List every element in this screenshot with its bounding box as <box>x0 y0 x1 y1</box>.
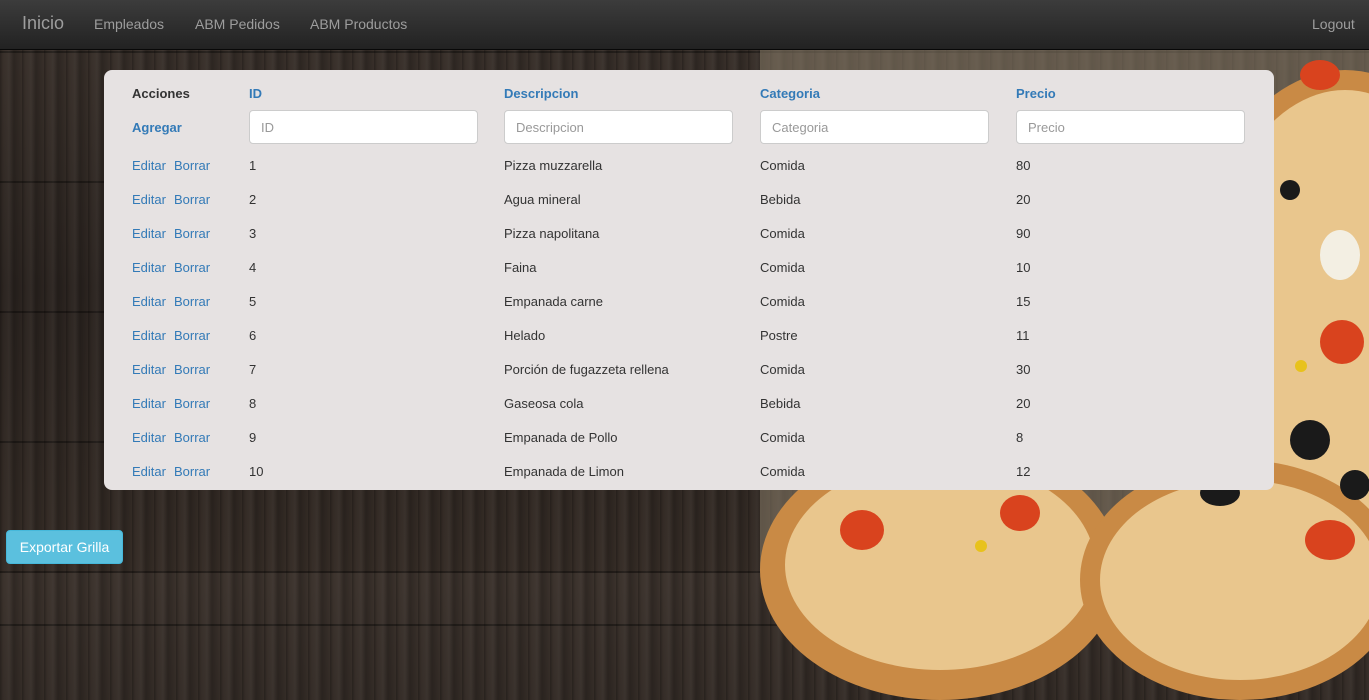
edit-link[interactable]: Editar <box>132 319 166 353</box>
delete-link[interactable]: Borrar <box>174 183 210 217</box>
delete-link[interactable]: Borrar <box>174 217 210 251</box>
filter-precio-input[interactable] <box>1016 110 1245 144</box>
edit-link[interactable]: Editar <box>132 149 166 183</box>
nav-link-empleados[interactable]: Empleados <box>94 16 164 32</box>
cell-id: 10 <box>249 464 264 479</box>
table-row: Editar Borrar 1 Pizza muzzarella Comida … <box>104 149 1274 183</box>
table-row: Editar Borrar 9 Empanada de Pollo Comida… <box>104 421 1274 455</box>
delete-link[interactable]: Borrar <box>174 149 210 183</box>
column-header-id[interactable]: ID <box>249 86 262 101</box>
edit-link[interactable]: Editar <box>132 285 166 319</box>
column-header-descripcion[interactable]: Descripcion <box>504 86 578 101</box>
column-header-precio[interactable]: Precio <box>1016 86 1056 101</box>
products-grid: Acciones ID Descripcion Categoria Precio… <box>104 70 1274 490</box>
delete-link[interactable]: Borrar <box>174 387 210 421</box>
edit-link[interactable]: Editar <box>132 387 166 421</box>
table-row: Editar Borrar 8 Gaseosa cola Bebida 20 <box>104 387 1274 421</box>
cell-categoria: Comida <box>760 158 805 173</box>
cell-precio: 30 <box>1016 362 1031 377</box>
export-grid-button[interactable]: Exportar Grilla <box>6 530 123 564</box>
cell-descripcion: Empanada carne <box>504 294 604 309</box>
cell-precio: 20 <box>1016 396 1031 411</box>
cell-descripcion: Empanada de Limon <box>504 464 624 479</box>
cell-precio: 10 <box>1016 260 1031 275</box>
cell-categoria: Comida <box>760 362 805 377</box>
cell-precio: 11 <box>1016 328 1030 343</box>
cell-descripcion: Faina <box>504 260 537 275</box>
cell-descripcion: Pizza napolitana <box>504 226 600 241</box>
cell-id: 5 <box>249 294 257 309</box>
delete-link[interactable]: Borrar <box>174 421 210 455</box>
cell-categoria: Postre <box>760 328 798 343</box>
cell-descripcion: Porción de fugazzeta rellena <box>504 362 669 377</box>
top-navbar: Inicio Empleados ABM Pedidos ABM Product… <box>0 0 1369 50</box>
cell-id: 8 <box>249 396 257 411</box>
table-row: Editar Borrar 4 Faina Comida 10 <box>104 251 1274 285</box>
edit-link[interactable]: Editar <box>132 217 166 251</box>
table-row: Editar Borrar 10 Empanada de Limon Comid… <box>104 455 1274 489</box>
delete-link[interactable]: Borrar <box>174 353 210 387</box>
cell-precio: 15 <box>1016 294 1031 309</box>
nav-link-abm-productos[interactable]: ABM Productos <box>310 16 407 32</box>
column-header-categoria[interactable]: Categoria <box>760 86 820 101</box>
cell-categoria: Comida <box>760 260 805 275</box>
delete-link[interactable]: Borrar <box>174 251 210 285</box>
cell-categoria: Bebida <box>760 192 801 207</box>
cell-id: 6 <box>249 328 257 343</box>
cell-id: 9 <box>249 430 257 445</box>
delete-link[interactable]: Borrar <box>174 285 210 319</box>
cell-descripcion: Helado <box>504 328 546 343</box>
delete-link[interactable]: Borrar <box>174 319 210 353</box>
filter-descripcion-input[interactable] <box>504 110 733 144</box>
edit-link[interactable]: Editar <box>132 455 166 489</box>
nav-link-abm-pedidos[interactable]: ABM Pedidos <box>195 16 280 32</box>
filter-id-input[interactable] <box>249 110 478 144</box>
cell-precio: 90 <box>1016 226 1031 241</box>
table-row: Editar Borrar 2 Agua mineral Bebida 20 <box>104 183 1274 217</box>
cell-descripcion: Agua mineral <box>504 192 581 207</box>
cell-precio: 12 <box>1016 464 1031 479</box>
cell-precio: 80 <box>1016 158 1031 173</box>
cell-precio: 20 <box>1016 192 1031 207</box>
cell-descripcion: Empanada de Pollo <box>504 430 618 445</box>
table-row: Editar Borrar 7 Porción de fugazzeta rel… <box>104 353 1274 387</box>
nav-brand-inicio[interactable]: Inicio <box>22 13 64 34</box>
cell-categoria: Comida <box>760 294 805 309</box>
nav-link-logout[interactable]: Logout <box>1312 16 1355 32</box>
table-row: Editar Borrar 3 Pizza napolitana Comida … <box>104 217 1274 251</box>
cell-precio: 8 <box>1016 430 1024 445</box>
edit-link[interactable]: Editar <box>132 183 166 217</box>
table-row: Editar Borrar 6 Helado Postre 11 <box>104 319 1274 353</box>
cell-descripcion: Gaseosa cola <box>504 396 584 411</box>
cell-id: 1 <box>249 158 257 173</box>
column-header-acciones: Acciones <box>132 86 190 101</box>
cell-descripcion: Pizza muzzarella <box>504 158 603 173</box>
add-product-link[interactable]: Agregar <box>132 120 182 135</box>
delete-link[interactable]: Borrar <box>174 455 210 489</box>
table-row: Editar Borrar 5 Empanada carne Comida 15 <box>104 285 1274 319</box>
edit-link[interactable]: Editar <box>132 353 166 387</box>
cell-id: 2 <box>249 192 257 207</box>
cell-categoria: Comida <box>760 226 805 241</box>
edit-link[interactable]: Editar <box>132 251 166 285</box>
cell-categoria: Comida <box>760 430 805 445</box>
cell-id: 7 <box>249 362 257 377</box>
filter-categoria-input[interactable] <box>760 110 989 144</box>
edit-link[interactable]: Editar <box>132 421 166 455</box>
cell-categoria: Comida <box>760 464 805 479</box>
cell-id: 3 <box>249 226 257 241</box>
cell-id: 4 <box>249 260 257 275</box>
cell-categoria: Bebida <box>760 396 801 411</box>
